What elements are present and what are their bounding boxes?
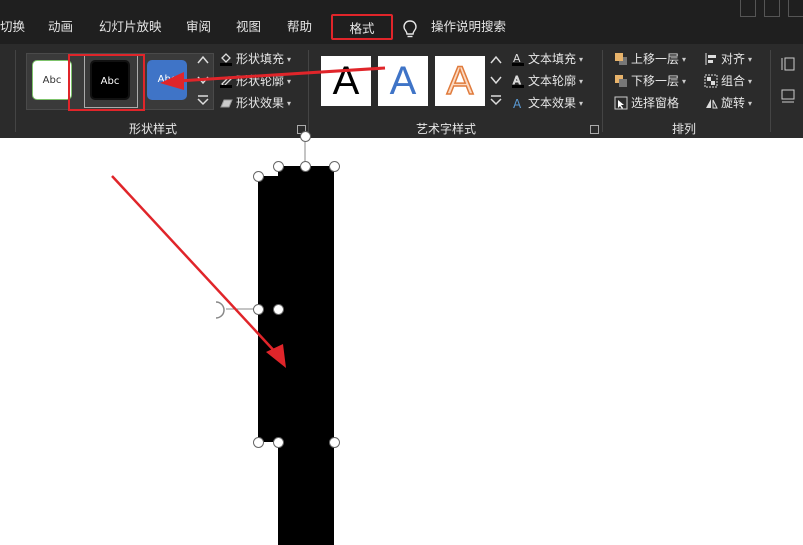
text-outline-button[interactable]: A 文本轮廓 ▾ [511, 72, 583, 90]
text-effects-label: 文本效果 [528, 96, 577, 110]
text-effects-button[interactable]: A 文本效果 ▾ [511, 94, 583, 112]
text-outline-icon: A [512, 74, 524, 88]
window-control[interactable] [740, 0, 756, 17]
shape-style-white[interactable]: Abc [32, 60, 72, 100]
align-icon [705, 53, 716, 65]
window-control[interactable] [764, 0, 780, 17]
tab-format[interactable]: 格式 [331, 14, 393, 40]
bring-forward-icon [615, 53, 627, 65]
shape-effects-icon [220, 99, 233, 108]
group-separator [308, 50, 309, 132]
slide-canvas[interactable] [0, 138, 803, 545]
svg-text:A: A [513, 97, 522, 110]
ribbon: 切换 动画 幻灯片放映 审阅 视图 帮助 格式 操作说明搜索 Abc Abc A… [0, 0, 803, 138]
tab-animations[interactable]: 动画 [48, 0, 73, 44]
align-button[interactable]: 对齐 ▾ [704, 50, 752, 68]
shape-outline-label: 形状轮廓 [236, 74, 285, 88]
wordart-sample-black[interactable]: A [321, 56, 371, 106]
shape-style-blue[interactable]: Abc [147, 60, 187, 100]
wordart-sample-blue[interactable]: A [378, 56, 428, 106]
gallery-down-icon[interactable] [196, 73, 210, 87]
selection-pane-icon [614, 96, 628, 110]
resize-handle[interactable] [329, 437, 340, 448]
group-label: 组合 [721, 74, 746, 88]
highlight-box [68, 54, 145, 111]
rotate-button[interactable]: 旋转 ▾ [704, 94, 752, 112]
width-icon[interactable] [780, 88, 796, 104]
tab-slideshow[interactable]: 幻灯片放映 [99, 0, 162, 44]
gallery-more-icon[interactable] [489, 93, 503, 107]
shape-outline-button[interactable]: 形状轮廓 ▾ [219, 72, 291, 90]
text-fill-button[interactable]: A 文本填充 ▾ [511, 50, 583, 68]
paint-bucket-icon [220, 53, 232, 66]
tab-transitions[interactable]: 切换 [0, 0, 25, 44]
selection-pane-button[interactable]: 选择窗格 [614, 94, 679, 112]
rotate-icon [706, 99, 718, 109]
height-icon[interactable] [780, 56, 796, 72]
gallery-more-icon[interactable] [196, 93, 210, 107]
bring-forward-label: 上移一层 [631, 52, 680, 66]
gallery-up-icon[interactable] [489, 53, 503, 67]
resize-handle[interactable] [253, 304, 264, 315]
lightbulb-icon [403, 20, 417, 38]
tell-me-search[interactable]: 操作说明搜索 [431, 0, 506, 44]
tab-help[interactable]: 帮助 [287, 0, 312, 44]
group-label-arrange: 排列 [672, 122, 697, 136]
resize-handle[interactable] [300, 161, 311, 172]
resize-handle[interactable] [273, 304, 284, 315]
send-backward-icon [615, 75, 627, 87]
selected-shape-tall[interactable] [278, 166, 334, 545]
bring-forward-button[interactable]: 上移一层 ▾ [614, 50, 686, 68]
window-control[interactable] [788, 0, 803, 17]
group-separator [770, 50, 771, 132]
shape-effects-label: 形状效果 [236, 96, 285, 110]
tab-bar: 切换 动画 幻灯片放映 审阅 视图 帮助 格式 操作说明搜索 [0, 0, 803, 44]
resize-handle[interactable] [253, 171, 264, 182]
text-fill-label: 文本填充 [528, 52, 577, 66]
text-fill-icon: A [512, 52, 524, 66]
resize-handle[interactable] [273, 161, 284, 172]
tab-view[interactable]: 视图 [236, 0, 261, 44]
send-backward-button[interactable]: 下移一层 ▾ [614, 72, 686, 90]
resize-handle[interactable] [329, 161, 340, 172]
tab-review[interactable]: 审阅 [186, 0, 211, 44]
selection-pane-label: 选择窗格 [631, 96, 680, 110]
group-label-shape-styles: 形状样式 [129, 122, 178, 136]
align-label: 对齐 [721, 52, 746, 66]
text-outline-label: 文本轮廓 [528, 74, 577, 88]
group-separator [602, 50, 603, 132]
dialog-launcher-icon[interactable] [590, 125, 599, 134]
resize-handle[interactable] [273, 437, 284, 448]
group-button[interactable]: 组合 ▾ [704, 72, 752, 90]
group-label-wordart: 艺术字样式 [416, 122, 477, 136]
shape-fill-button[interactable]: 形状填充 ▾ [219, 50, 291, 68]
pen-icon [220, 76, 232, 88]
wordart-sample-orange[interactable]: A [435, 56, 485, 106]
send-backward-label: 下移一层 [631, 74, 680, 88]
shape-fill-label: 形状填充 [236, 52, 285, 66]
shape-effects-button[interactable]: 形状效果 ▾ [219, 94, 291, 112]
gallery-down-icon[interactable] [489, 73, 503, 87]
text-effects-icon: A [513, 97, 522, 110]
resize-handle[interactable] [253, 437, 264, 448]
rotate-label: 旋转 [721, 96, 746, 110]
gallery-up-icon[interactable] [196, 53, 210, 67]
group-icon [704, 74, 718, 88]
group-separator [15, 50, 16, 132]
rotate-handle[interactable] [300, 131, 311, 142]
